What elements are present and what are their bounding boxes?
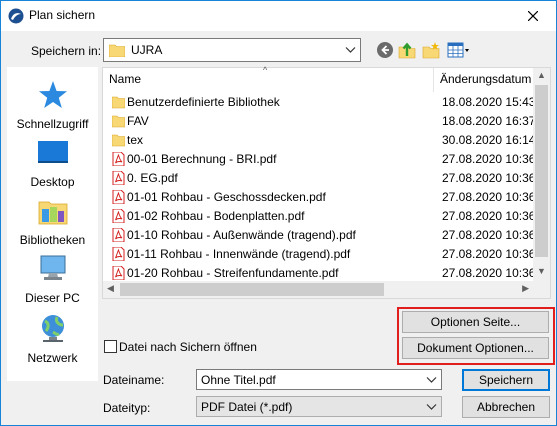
horizontal-scrollbar[interactable]: ◀ ▶: [103, 281, 533, 298]
libraries-icon: [38, 201, 67, 225]
file-name: 00-01 Berechnung - BRI.pdf: [127, 152, 277, 166]
pdf-file-icon: [112, 189, 125, 205]
filename-value: Ohne Titel.pdf: [201, 373, 276, 387]
scroll-thumb[interactable]: [535, 85, 548, 257]
file-name: 01-10 Rohbau - Außenwände (tragend).pdf: [127, 228, 356, 242]
save-in-combo[interactable]: UJRA: [103, 38, 361, 62]
file-date: 18.08.2020 15:43: [442, 95, 536, 109]
place-network[interactable]: Netzwerk: [7, 313, 98, 365]
back-icon[interactable]: [376, 41, 394, 59]
file-row[interactable]: Benutzerdefinierte Bibliothek 18.08.2020 …: [103, 93, 536, 112]
folder-icon: [111, 114, 126, 128]
place-label: Bibliotheken: [19, 233, 86, 247]
chevron-down-icon: [426, 404, 437, 410]
place-this-pc[interactable]: Dieser PC: [7, 253, 98, 305]
file-row[interactable]: 00-01 Berechnung - BRI.pdf 27.08.2020 10:…: [103, 150, 536, 169]
filetype-value: PDF Datei (*.pdf): [201, 400, 293, 414]
place-label: Dieser PC: [25, 291, 80, 305]
file-row[interactable]: tex 30.08.2020 16:14: [103, 131, 536, 150]
column-header-date[interactable]: Änderungsdatum: [434, 68, 534, 92]
place-label: Desktop: [30, 175, 75, 189]
vertical-scrollbar[interactable]: ▲ ▼: [533, 68, 550, 281]
file-row[interactable]: 0. EG.pdf 27.08.2020 10:36: [103, 169, 536, 188]
chevron-down-icon: [345, 47, 356, 53]
scrollbar-corner: [533, 281, 550, 298]
column-header-name[interactable]: Name: [103, 68, 434, 92]
file-name: 0. EG.pdf: [127, 171, 178, 185]
file-row[interactable]: 01-11 Rohbau - Innenwände (tragend).pdf 2…: [103, 245, 536, 264]
file-date: 30.08.2020 16:14: [442, 133, 536, 147]
save-button[interactable]: Speichern: [462, 369, 550, 391]
column-date-label: Änderungsdatum: [440, 72, 532, 86]
file-date: 18.08.2020 16:37: [442, 114, 536, 128]
file-name: 01-11 Rohbau - Innenwände (tragend).pdf: [127, 247, 351, 261]
scroll-down-icon[interactable]: ▼: [537, 266, 546, 276]
view-menu-icon[interactable]: [447, 41, 473, 59]
save-dialog: Plan sichern Speichern in: UJRA Schnellz…: [0, 0, 557, 426]
file-date: 27.08.2020 10:36: [442, 190, 536, 204]
cancel-button[interactable]: Abbrechen: [462, 396, 550, 418]
save-in-value: UJRA: [131, 43, 163, 57]
pdf-file-icon: [112, 208, 125, 224]
computer-icon: [40, 255, 65, 280]
pdf-file-icon: [112, 246, 125, 262]
place-libraries[interactable]: Bibliotheken: [7, 195, 98, 247]
scroll-up-icon[interactable]: ▲: [537, 70, 546, 80]
window-title: Plan sichern: [29, 8, 96, 22]
file-row[interactable]: FAV 18.08.2020 16:37: [103, 112, 536, 131]
close-icon: [528, 11, 538, 21]
network-icon: [41, 315, 64, 342]
close-button[interactable]: [510, 1, 556, 31]
column-name-label: Name: [109, 72, 142, 86]
place-desktop[interactable]: Desktop: [7, 137, 98, 189]
title-bar: Plan sichern: [1, 1, 556, 31]
pdf-file-icon: [112, 265, 125, 281]
file-date: 27.08.2020 10:36: [442, 209, 536, 223]
pdf-file-icon: [112, 170, 125, 186]
file-name: Benutzerdefinierte Bibliothek: [127, 95, 280, 109]
page-options-button[interactable]: Optionen Seite...: [402, 311, 549, 333]
place-label: Schnellzugriff: [16, 117, 89, 131]
file-row[interactable]: 01-01 Rohbau - Geschossdecken.pdf 27.08.2…: [103, 188, 536, 207]
file-name: 01-20 Rohbau - Streifenfundamente.pdf: [127, 266, 339, 280]
pdf-file-icon: [112, 151, 125, 167]
folder-icon: [111, 95, 126, 109]
open-after-save-checkbox[interactable]: [104, 340, 117, 353]
filename-input[interactable]: Ohne Titel.pdf: [196, 369, 442, 390]
chevron-down-icon[interactable]: [426, 374, 437, 385]
app-icon: [8, 8, 24, 24]
up-folder-icon[interactable]: [398, 41, 416, 59]
file-date: 27.08.2020 10:36: [442, 171, 536, 185]
scroll-thumb[interactable]: [120, 283, 384, 296]
star-icon: [38, 81, 67, 108]
folder-icon: [109, 44, 125, 57]
scroll-right-icon[interactable]: ▶: [522, 283, 529, 294]
desktop-icon: [37, 141, 68, 163]
file-date: 27.08.2020 10:36: [442, 152, 536, 166]
save-in-label: Speichern in:: [31, 44, 102, 58]
pdf-file-icon: [112, 227, 125, 243]
place-quick-access[interactable]: Schnellzugriff: [7, 79, 98, 131]
place-label: Netzwerk: [27, 351, 78, 365]
file-name: 01-02 Rohbau - Bodenplatten.pdf: [127, 209, 305, 223]
filetype-select[interactable]: PDF Datei (*.pdf): [196, 396, 442, 417]
open-after-save-label: Datei nach Sichern öffnen: [119, 340, 257, 354]
places-bar: Schnellzugriff Desktop Bibliotheken Dies…: [7, 67, 98, 381]
folder-icon: [111, 133, 126, 147]
file-date: 27.08.2020 10:36: [442, 228, 536, 242]
file-date: 27.08.2020 10:36: [442, 247, 536, 261]
filetype-label: Dateityp:: [103, 401, 151, 415]
file-name: tex: [127, 133, 144, 147]
file-row[interactable]: 01-02 Rohbau - Bodenplatten.pdf 27.08.202…: [103, 207, 536, 226]
document-options-button[interactable]: Dokument Optionen...: [402, 337, 549, 359]
file-name: FAV: [127, 114, 149, 128]
file-name: 01-01 Rohbau - Geschossdecken.pdf: [127, 190, 326, 204]
file-rows: Benutzerdefinierte Bibliothek 18.08.2020 …: [103, 93, 536, 283]
file-list[interactable]: ^ Name Änderungsdatum Benutzerdefinierte…: [102, 65, 551, 299]
scroll-left-icon[interactable]: ◀: [107, 283, 114, 294]
filename-label: Dateiname:: [103, 373, 165, 387]
file-row[interactable]: 01-10 Rohbau - Außenwände (tragend).pdf 2…: [103, 226, 536, 245]
file-date: 27.08.2020 10:36: [442, 266, 536, 280]
new-folder-icon[interactable]: [422, 41, 440, 59]
